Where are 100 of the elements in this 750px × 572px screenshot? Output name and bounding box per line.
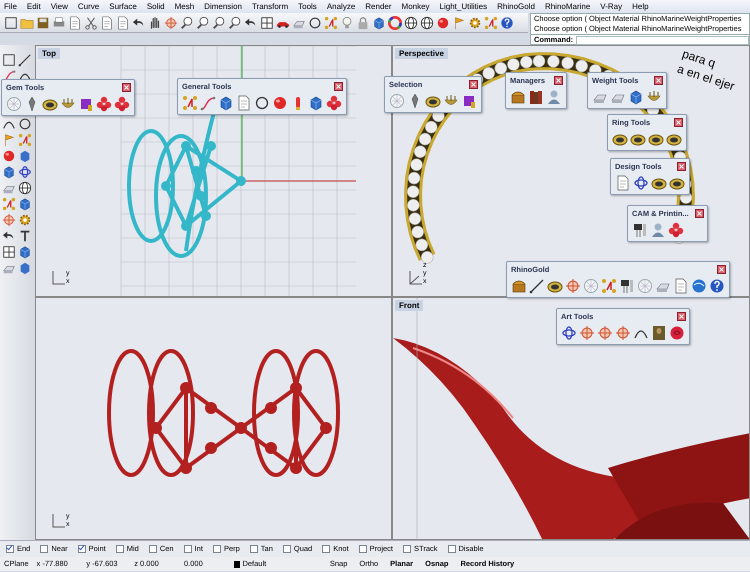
knot-icon[interactable] bbox=[561, 325, 577, 341]
crosshair-icon[interactable] bbox=[597, 325, 613, 341]
solid-icon[interactable] bbox=[18, 149, 32, 163]
sphere-icon[interactable] bbox=[272, 95, 288, 111]
grid-icon[interactable] bbox=[2, 245, 16, 259]
menu-item[interactable]: Surface bbox=[109, 0, 137, 13]
viewport-title[interactable]: Front bbox=[395, 300, 424, 311]
close-icon[interactable] bbox=[122, 83, 131, 92]
circle-icon[interactable] bbox=[308, 16, 322, 30]
grid-icon[interactable] bbox=[260, 16, 274, 30]
crosshair-icon[interactable] bbox=[565, 278, 581, 294]
circle-icon[interactable] bbox=[254, 95, 270, 111]
nodes-icon[interactable] bbox=[18, 133, 32, 147]
viewport-title[interactable]: Perspective bbox=[395, 48, 448, 59]
globe-icon[interactable] bbox=[691, 278, 707, 294]
crosshair-icon[interactable] bbox=[615, 325, 631, 341]
menu-item[interactable]: View bbox=[50, 0, 68, 13]
chest-icon[interactable] bbox=[511, 278, 527, 294]
knot-icon[interactable] bbox=[18, 165, 32, 179]
close-icon[interactable] bbox=[554, 76, 563, 85]
menu-item[interactable]: Curve bbox=[78, 0, 100, 13]
gear-icon[interactable] bbox=[468, 16, 482, 30]
menu-item[interactable]: Analyze bbox=[326, 0, 356, 13]
flower-icon[interactable] bbox=[326, 95, 342, 111]
document-icon[interactable] bbox=[673, 278, 689, 294]
gem-cluster-icon[interactable] bbox=[78, 96, 94, 112]
printer-icon[interactable] bbox=[52, 16, 66, 30]
cube-icon[interactable] bbox=[2, 165, 16, 179]
menu-item[interactable]: Monkey bbox=[402, 0, 430, 13]
crosshair-icon[interactable] bbox=[164, 16, 178, 30]
nodes-icon[interactable] bbox=[484, 16, 498, 30]
flag-icon[interactable] bbox=[2, 133, 16, 147]
bulb-icon[interactable] bbox=[340, 16, 354, 30]
flower-icon[interactable] bbox=[96, 96, 112, 112]
document-icon[interactable] bbox=[68, 16, 82, 30]
line-icon[interactable] bbox=[18, 53, 32, 67]
nodes-icon[interactable] bbox=[324, 16, 338, 30]
menu-item[interactable]: Help bbox=[632, 0, 649, 13]
menu-item[interactable]: Tools bbox=[298, 0, 317, 13]
close-icon[interactable] bbox=[654, 76, 663, 85]
close-icon[interactable] bbox=[677, 162, 686, 171]
text-tool-icon[interactable] bbox=[18, 229, 32, 243]
document-icon[interactable] bbox=[615, 175, 631, 191]
help-icon[interactable] bbox=[500, 16, 514, 30]
square-icon[interactable] bbox=[2, 53, 16, 67]
books-icon[interactable] bbox=[528, 89, 544, 105]
cube-icon[interactable] bbox=[372, 16, 386, 30]
menu-item[interactable]: Transform bbox=[252, 0, 288, 13]
wire-sphere-icon[interactable] bbox=[18, 181, 32, 195]
sphere-icon[interactable] bbox=[2, 149, 16, 163]
sphere-icon[interactable] bbox=[436, 16, 450, 30]
zoom-icon[interactable] bbox=[180, 16, 194, 30]
portrait-icon[interactable] bbox=[651, 325, 667, 341]
menu-item[interactable]: Light_Utilities bbox=[440, 0, 488, 13]
circle-icon[interactable] bbox=[18, 117, 32, 131]
document-icon[interactable] bbox=[236, 95, 252, 111]
hand-icon[interactable] bbox=[148, 16, 162, 30]
menu-item[interactable]: Dimension bbox=[204, 0, 242, 13]
crosshair-icon[interactable] bbox=[2, 213, 16, 227]
document-icon[interactable] bbox=[116, 16, 130, 30]
menu-item[interactable]: Render bbox=[365, 0, 392, 13]
menu-item[interactable]: V-Ray bbox=[600, 0, 622, 13]
cube-icon[interactable] bbox=[218, 95, 234, 111]
flag-icon[interactable] bbox=[452, 16, 466, 30]
nodes-icon[interactable] bbox=[2, 197, 16, 211]
color-wheel-icon[interactable] bbox=[388, 16, 402, 30]
close-icon[interactable] bbox=[334, 82, 343, 91]
help-icon[interactable] bbox=[709, 278, 725, 294]
close-icon[interactable] bbox=[677, 312, 686, 321]
menu-item[interactable]: Solid bbox=[146, 0, 165, 13]
close-icon[interactable] bbox=[469, 80, 478, 89]
solid-icon[interactable] bbox=[18, 261, 32, 275]
flower-icon[interactable] bbox=[114, 96, 130, 112]
zoom-icon[interactable] bbox=[212, 16, 226, 30]
nodes-icon[interactable] bbox=[601, 278, 617, 294]
menu-item[interactable]: Edit bbox=[26, 0, 41, 13]
cube-icon[interactable] bbox=[308, 95, 324, 111]
viewport-title[interactable]: Top bbox=[38, 48, 60, 59]
flower-icon[interactable] bbox=[668, 222, 684, 238]
wire-sphere-icon[interactable] bbox=[404, 16, 418, 30]
knot-icon[interactable] bbox=[633, 175, 649, 191]
menu-item[interactable]: File bbox=[4, 0, 17, 13]
scissors-icon[interactable] bbox=[84, 16, 98, 30]
menu-item[interactable]: RhinoGold bbox=[497, 0, 535, 13]
cube-icon[interactable] bbox=[18, 245, 32, 259]
close-icon[interactable] bbox=[694, 209, 704, 218]
line-icon[interactable] bbox=[529, 278, 545, 294]
cube-icon[interactable] bbox=[18, 197, 32, 211]
zoom-icon[interactable] bbox=[196, 16, 210, 30]
menu-item[interactable]: Mesh bbox=[174, 0, 194, 13]
gear-icon[interactable] bbox=[18, 213, 32, 227]
cube-icon[interactable] bbox=[628, 89, 644, 105]
document-icon[interactable] bbox=[100, 16, 114, 30]
command-input[interactable] bbox=[576, 36, 749, 44]
curve-icon[interactable] bbox=[200, 95, 216, 111]
rose-icon[interactable] bbox=[669, 325, 685, 341]
close-icon[interactable] bbox=[717, 265, 726, 274]
chest-icon[interactable] bbox=[510, 89, 526, 105]
wire-sphere-icon[interactable] bbox=[420, 16, 434, 30]
layer-swatch[interactable] bbox=[234, 560, 240, 568]
